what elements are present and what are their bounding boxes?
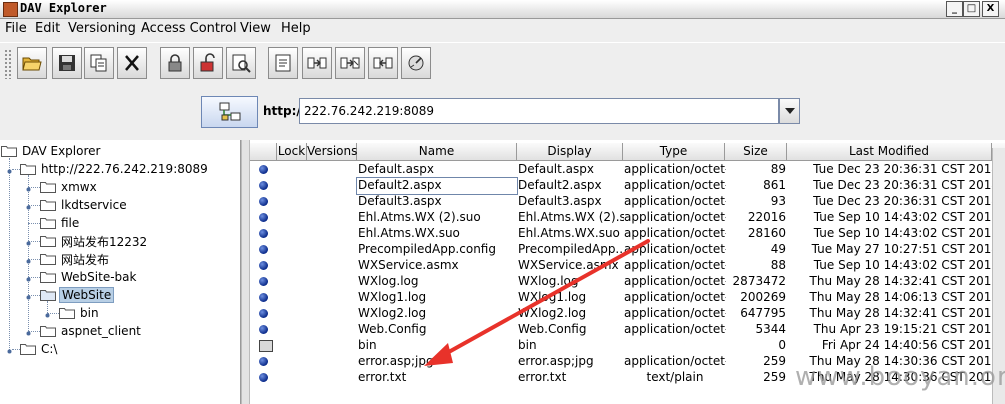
annotation-arrow (424, 239, 650, 366)
watermark-text: www.booyan.org (795, 362, 1005, 392)
